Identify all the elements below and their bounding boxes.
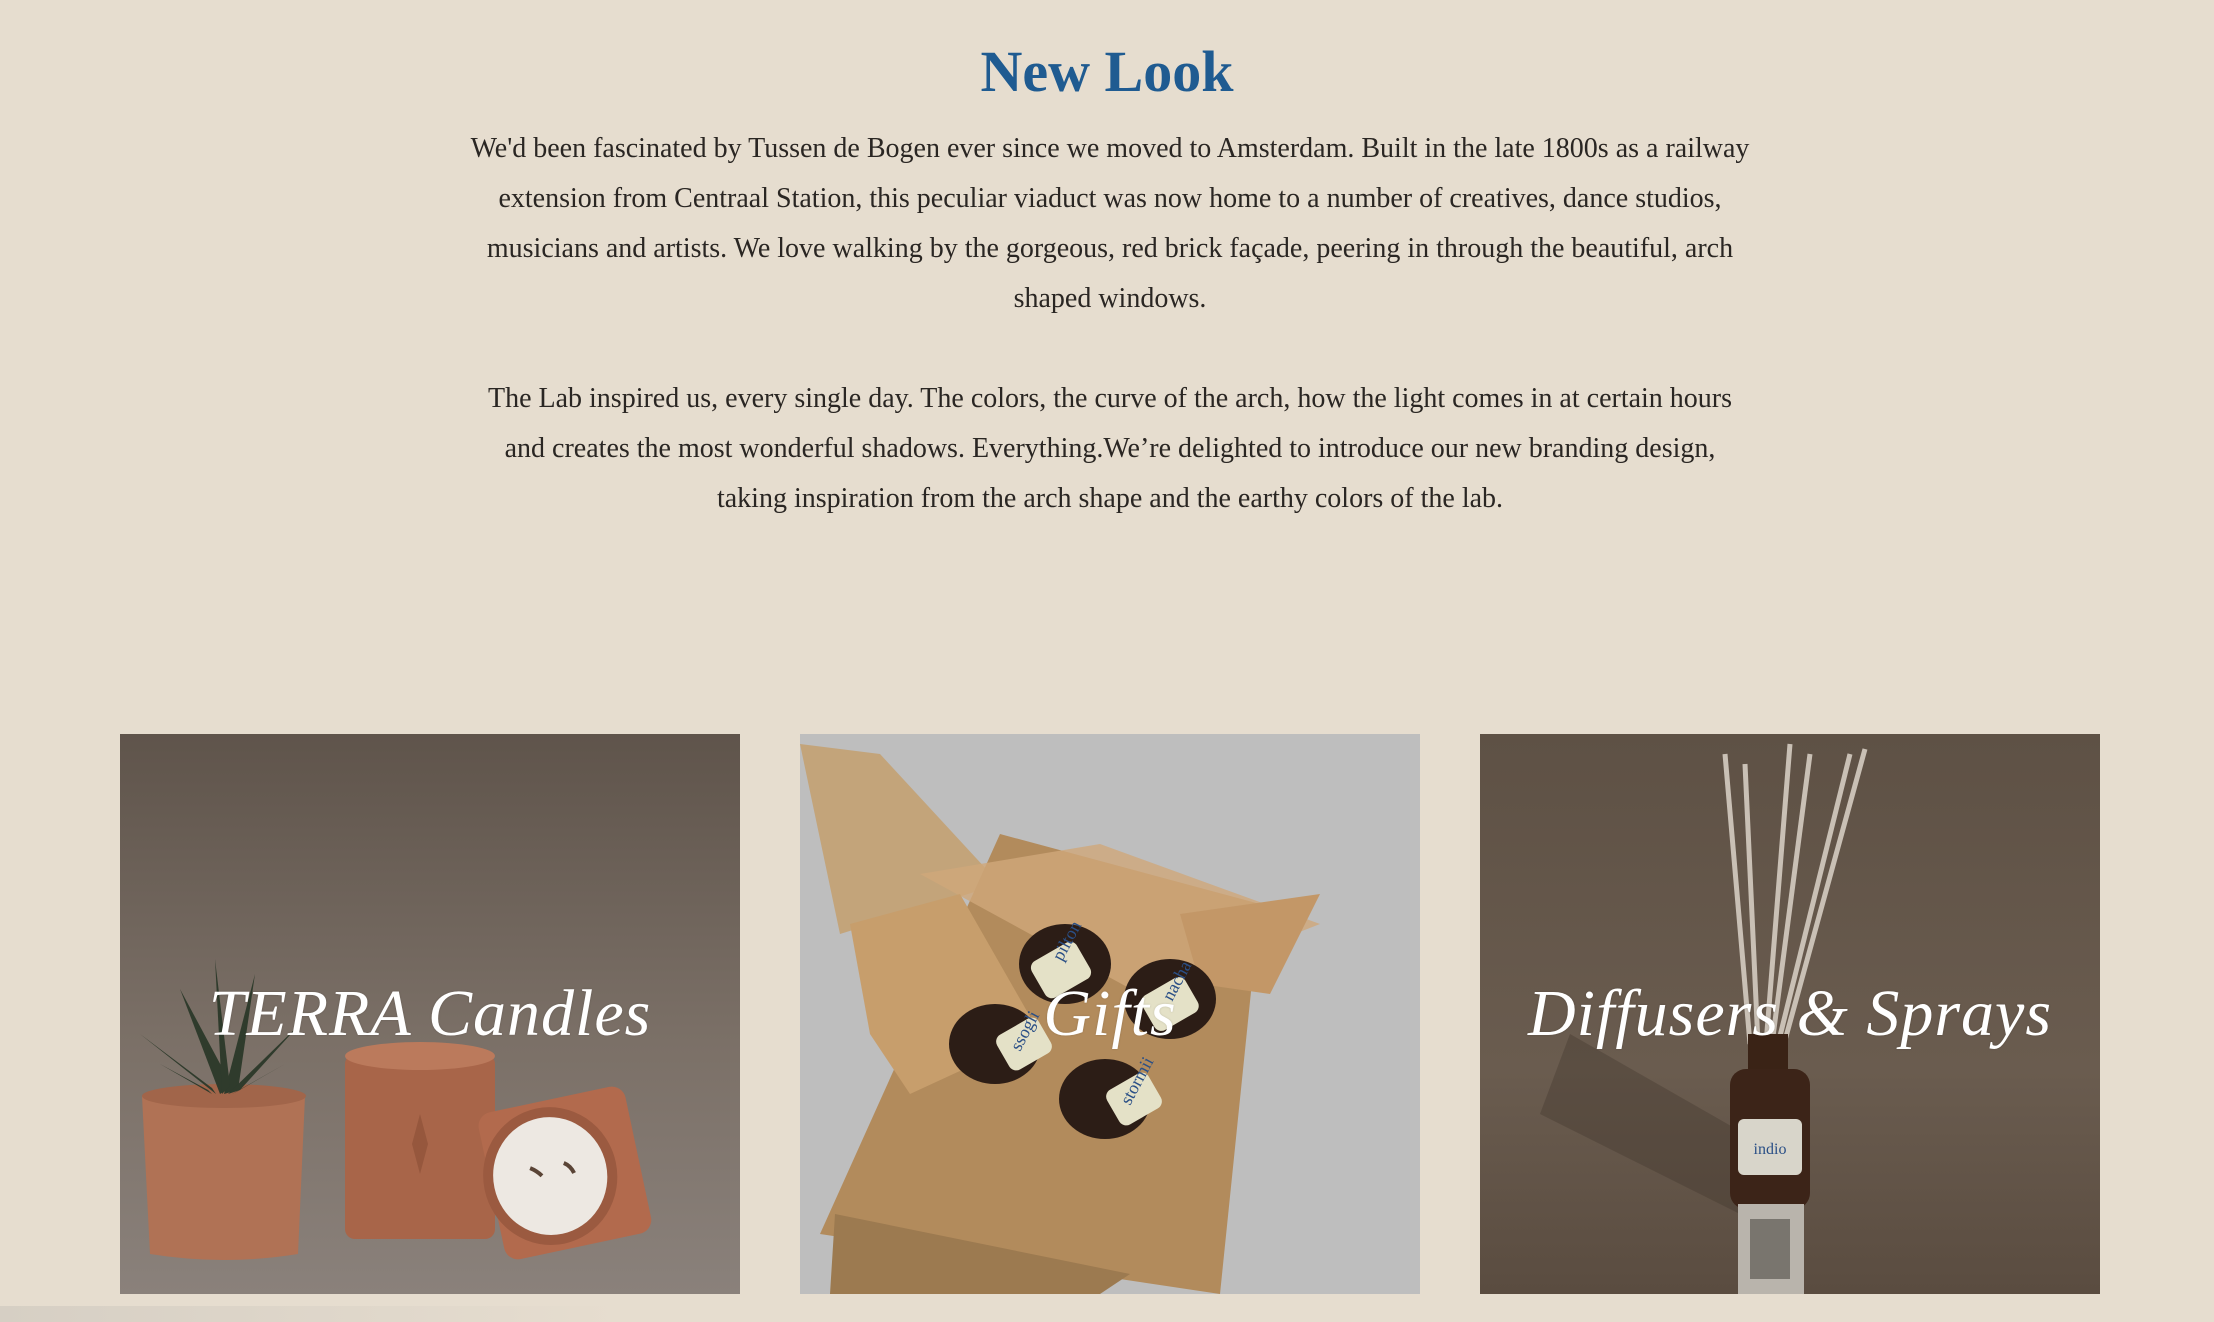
collection-card-terra-candles[interactable]: TERRA Candles [120,734,740,1294]
story-text: We'd been fascinated by Tussen de Bogen … [470,124,1750,574]
collection-cards: TERRA Candles pilton nacha ssogli stormi… [0,734,2214,1294]
collection-label: Diffusers & Sprays [1527,977,2053,1050]
story-paragraph-2: The Lab inspired us, every single day. T… [487,383,1733,514]
collection-card-gifts[interactable]: pilton nacha ssogli stormii Gifts [800,734,1420,1294]
page-title: New Look [980,38,1234,104]
collection-label: Gifts [1043,977,1177,1050]
story-paragraph-1: We'd been fascinated by Tussen de Bogen … [470,133,1750,314]
collection-label: TERRA Candles [208,977,652,1050]
collection-card-diffusers-sprays[interactable]: indio Diffusers & Sprays [1480,734,2100,1294]
bottom-edge [0,1306,620,1322]
bottle-label-indio: indio [1754,1141,1787,1158]
